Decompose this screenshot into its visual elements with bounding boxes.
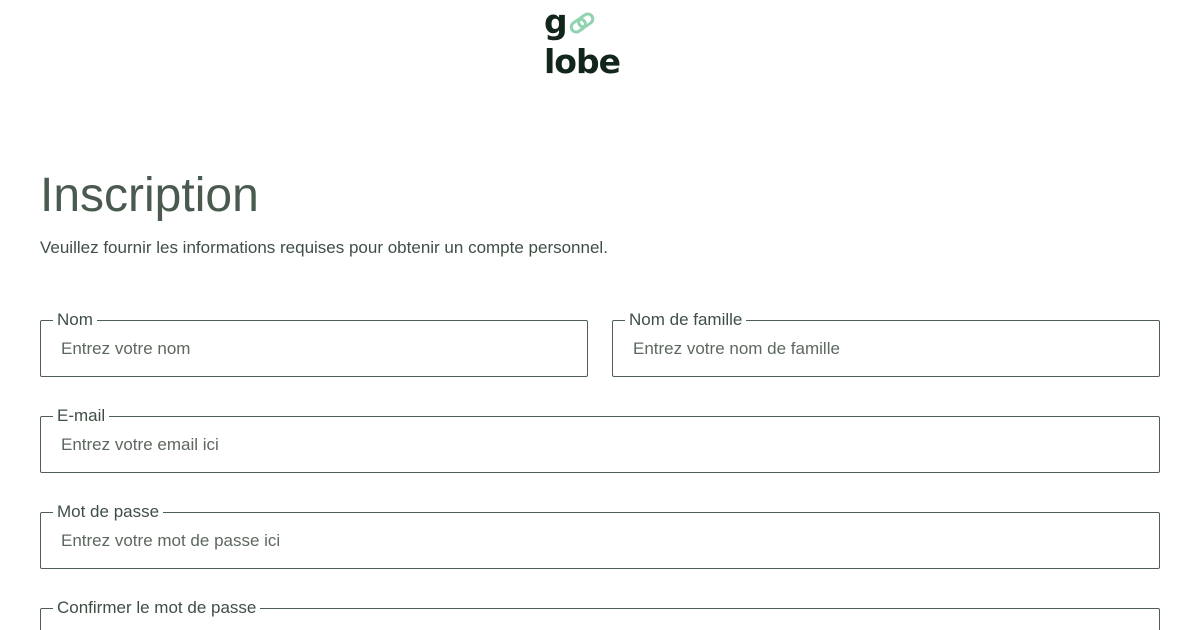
confirm-password-input[interactable] — [41, 609, 1159, 630]
page-title: Inscription — [40, 169, 259, 222]
link-icon — [569, 12, 594, 34]
last-name-field: Nom de famille — [612, 309, 1160, 377]
logo-wordmark: g lobe — [544, 2, 656, 82]
confirm-password-field: Confirmer le mot de passe — [40, 597, 1160, 630]
email-input[interactable] — [41, 417, 1159, 472]
page-subtitle: Veuillez fournir les informations requis… — [40, 238, 608, 257]
email-field: E-mail — [40, 405, 1160, 473]
logo-letter-g: g — [544, 2, 568, 41]
logo-letters-lobe: lobe — [544, 42, 621, 81]
password-input[interactable] — [41, 513, 1159, 568]
password-field: Mot de passe — [40, 501, 1160, 569]
brand-logo[interactable]: g lobe — [544, 2, 656, 81]
first-name-field: Nom — [40, 309, 588, 377]
first-name-input[interactable] — [41, 321, 587, 376]
last-name-input[interactable] — [613, 321, 1159, 376]
